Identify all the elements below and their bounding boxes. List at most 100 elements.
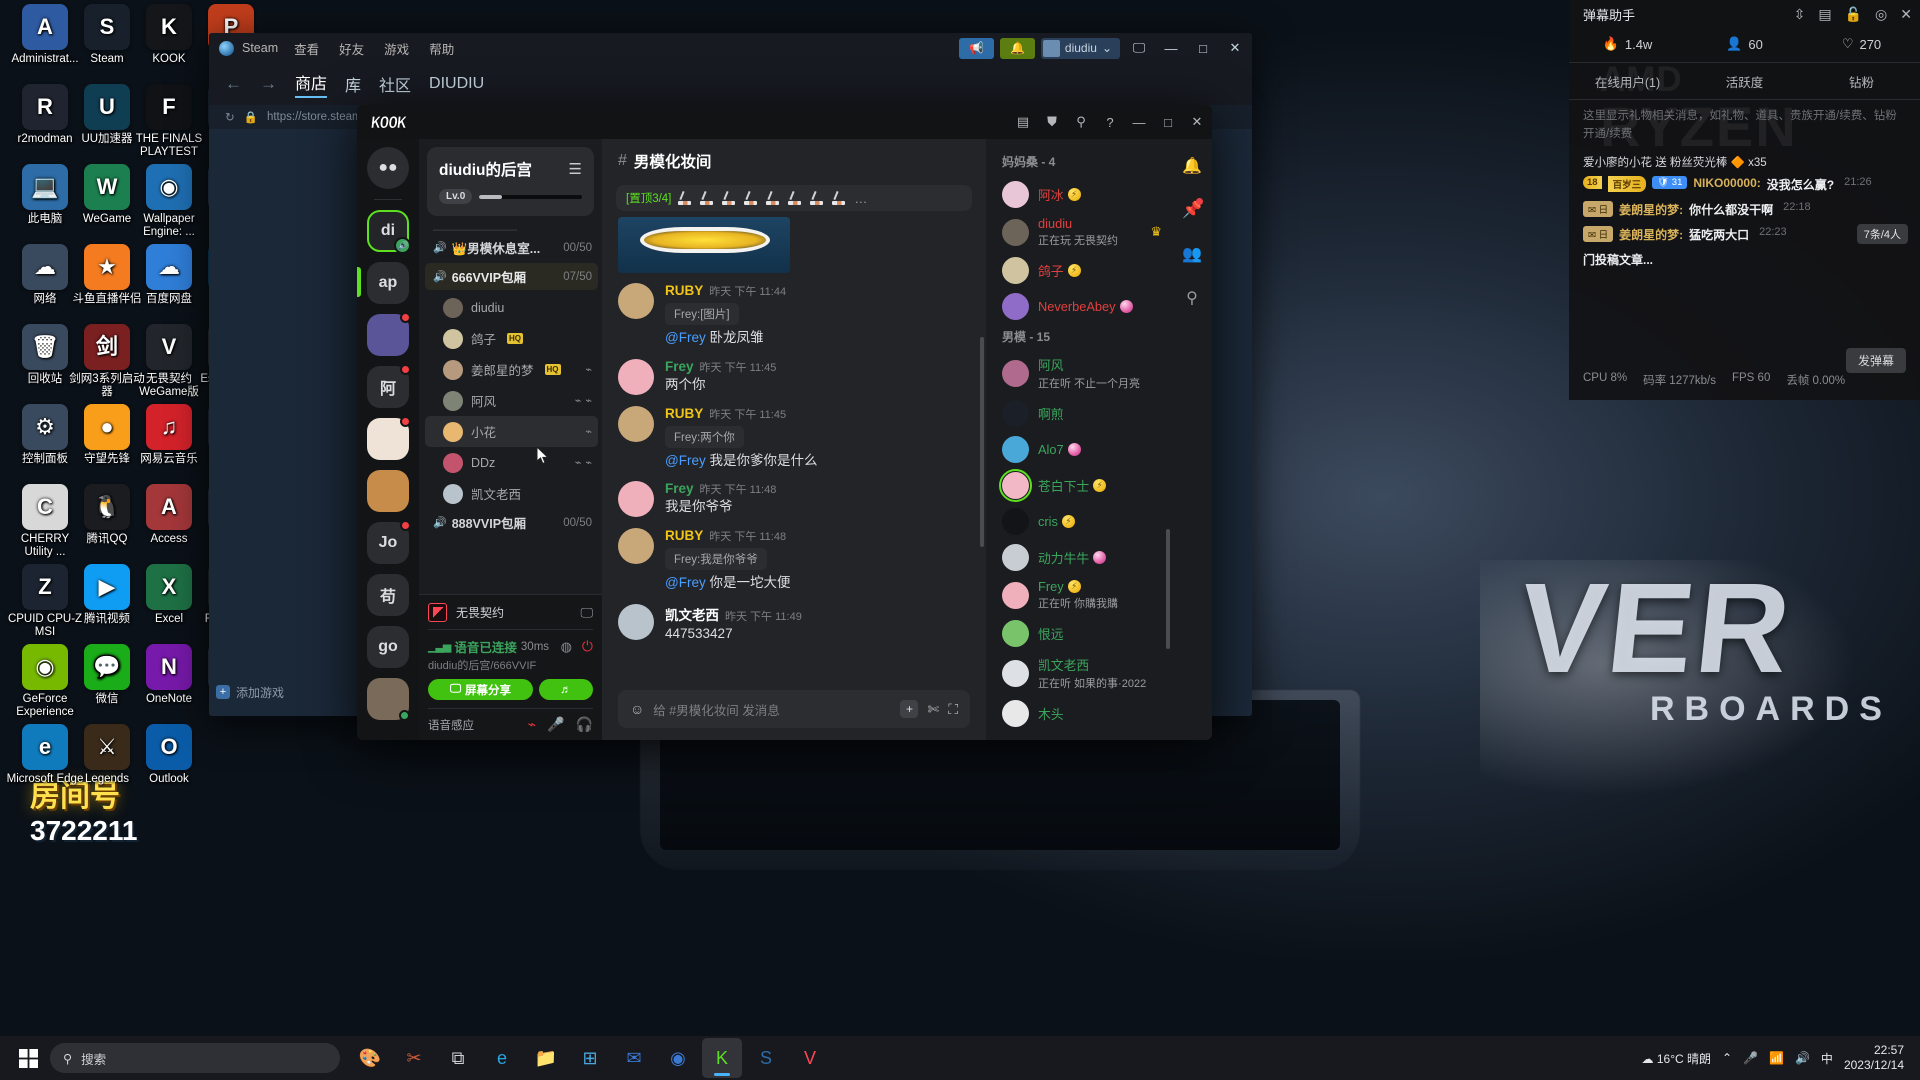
avatar[interactable]: [1002, 619, 1029, 647]
shield-icon[interactable]: ⛊: [1039, 109, 1065, 135]
member-row[interactable]: 啊煎: [986, 395, 1172, 431]
message-quote[interactable]: Frey:两个你: [665, 425, 744, 448]
headset-icon[interactable]: 🎧: [576, 716, 593, 733]
message-author[interactable]: RUBY 昨天 下午 11:44: [665, 283, 786, 299]
channel-item[interactable]: 🔊 666VVIP包厢 07/50: [425, 263, 598, 290]
guild-rail[interactable]: ●● di 🔊 ap 阿 Jo 苟 go: [357, 139, 419, 740]
weather-widget[interactable]: ☁ 16°C 晴朗: [1642, 1050, 1712, 1067]
danmu-titlebar[interactable]: 弹幕助手 ⇳ ▤ 🔓 ◎ ✕: [1569, 0, 1920, 28]
member-scrollbar[interactable]: [1166, 529, 1170, 649]
avatar[interactable]: [618, 283, 654, 319]
message-author[interactable]: Frey 昨天 下午 11:48: [665, 481, 776, 497]
composer-placeholder[interactable]: 给 #男模化妆间 发消息: [653, 700, 891, 719]
chevron-up-icon[interactable]: ⌃: [1722, 1051, 1732, 1065]
message-list[interactable]: RUBY 昨天 下午 11:44 Frey:[图片] @Frey 卧龙凤雏 Frey 昨天…: [602, 217, 986, 690]
steam-bigpicture-icon[interactable]: 🖵: [1126, 35, 1152, 61]
avatar[interactable]: [1002, 435, 1029, 463]
avatar[interactable]: [1002, 507, 1029, 535]
members-icon[interactable]: 👥: [1179, 241, 1205, 267]
pin-icon[interactable]: 📌: [1179, 197, 1205, 223]
member-row[interactable]: 动力牛牛: [986, 539, 1172, 575]
avatar[interactable]: [1002, 543, 1029, 571]
voice-member[interactable]: DDz ⌁ ⌁: [425, 447, 598, 478]
steam-account-button[interactable]: diudiu ⌄: [1040, 37, 1120, 59]
chat-message[interactable]: RUBY 昨天 下午 11:45 Frey:两个你 @Frey 我是你爹你是什么: [618, 405, 970, 471]
steam-menu-friends[interactable]: 好友: [339, 39, 364, 58]
guild-item-diudiu[interactable]: di 🔊: [367, 210, 411, 254]
clock[interactable]: 22:57 2023/12/14: [1844, 1043, 1904, 1073]
video-off-icon[interactable]: ⌁: [528, 716, 536, 733]
back-icon[interactable]: ←: [225, 74, 242, 94]
music-button[interactable]: ♬: [539, 679, 593, 700]
steam-menubar[interactable]: 查看 好友 游戏 帮助: [294, 39, 454, 58]
guild-item-jo[interactable]: Jo: [367, 520, 411, 564]
kook-minimize-button[interactable]: —: [1126, 109, 1152, 135]
taskbar-obs-icon[interactable]: ◉: [658, 1038, 698, 1078]
avatar[interactable]: [618, 528, 654, 565]
steam-close-button[interactable]: ✕: [1222, 35, 1248, 61]
guild-item-group-tile[interactable]: [367, 312, 411, 356]
voice-member[interactable]: 姜郎星的梦 HQ ⌁: [425, 354, 598, 385]
system-tray[interactable]: ☁ 16°C 晴朗 ⌃ 🎤 📶 🔊 中 22:57 2023/12/14: [1642, 1043, 1915, 1073]
tab-community[interactable]: 社区: [379, 72, 411, 96]
attach-icon[interactable]: +: [900, 700, 919, 718]
tab-library[interactable]: 库: [345, 72, 361, 96]
danmu-tabs[interactable]: 在线用户(1) 活跃度 钻粉: [1569, 63, 1920, 100]
avatar[interactable]: [618, 405, 654, 442]
avatar[interactable]: [1002, 399, 1029, 427]
member-row[interactable]: 鸽子 ⚡: [986, 252, 1172, 288]
message-composer[interactable]: ☺ 给 #男模化妆间 发消息 + ✄ ⛶: [618, 690, 970, 728]
pinned-message-bar[interactable]: [置顶3/4] …: [616, 185, 972, 211]
message-author[interactable]: Frey 昨天 下午 11:45: [665, 359, 776, 375]
member-row[interactable]: 恨远: [986, 615, 1172, 651]
chat-message[interactable]: Frey 昨天 下午 11:45 两个你: [618, 358, 970, 395]
forward-icon[interactable]: →: [260, 74, 277, 94]
target-icon[interactable]: ◎: [1875, 6, 1887, 23]
steam-menu-view[interactable]: 查看: [294, 39, 319, 58]
voice-member[interactable]: 鸽子 HQ: [425, 323, 598, 354]
steam-maximize-button[interactable]: □: [1190, 35, 1216, 61]
avatar[interactable]: [1002, 292, 1029, 320]
tab-activity[interactable]: 活跃度: [1686, 72, 1803, 91]
avatar[interactable]: [618, 603, 654, 640]
taskbar-paint-icon[interactable]: 🎨: [350, 1038, 390, 1078]
member-list[interactable]: 妈妈桑 - 4 阿冰 ⚡ diudiu 正在玩 无畏契约 ♛ 鸽子 ⚡ NeverbeAbey 男…: [986, 139, 1172, 740]
tab-online-users[interactable]: 在线用户(1): [1569, 72, 1686, 91]
screen-share-button[interactable]: 🖵 屏幕分享: [428, 679, 533, 700]
mic-icon[interactable]: 🎤: [1743, 1051, 1758, 1065]
chat-scrollbar[interactable]: [980, 337, 984, 547]
mention[interactable]: @Frey: [665, 575, 709, 590]
avatar[interactable]: [1002, 359, 1029, 387]
server-header-card[interactable]: diudiu的后宫 ☰ Lv.0: [427, 147, 594, 216]
guild-item-go[interactable]: go: [367, 626, 409, 668]
chat-message[interactable]: 凯文老西 昨天 下午 11:49 447533427: [618, 603, 970, 644]
scissors-icon[interactable]: ✄: [927, 701, 939, 718]
power-icon[interactable]: ⏻: [582, 638, 593, 655]
taskbar-tool-icon[interactable]: ✂: [394, 1038, 434, 1078]
voice-member[interactable]: 小花 ⌁: [425, 416, 598, 447]
kook-titlebar-icons[interactable]: ▤ ⛊ ⚲ ? — □ ✕: [1010, 109, 1210, 135]
taskbar-kook-icon[interactable]: K: [702, 1038, 742, 1078]
noise-cancel-icon[interactable]: ◍: [561, 639, 572, 655]
member-row[interactable]: Frey ⚡ 正在听 你購我購: [986, 575, 1172, 615]
kook-titlebar[interactable]: KOOK ▤ ⛊ ⚲ ? — □ ✕: [357, 105, 1212, 139]
tab-profile[interactable]: DIUDIU: [429, 75, 484, 93]
expand-icon[interactable]: ⛶: [948, 701, 958, 718]
steam-titlebar[interactable]: Steam 查看 好友 游戏 帮助 📢 🔔 diudiu ⌄ 🖵 — □ ✕: [209, 33, 1252, 63]
taskbar-mail-icon[interactable]: ✉: [614, 1038, 654, 1078]
screen-share-icon[interactable]: 🖵: [580, 605, 593, 621]
message-author[interactable]: RUBY 昨天 下午 11:45: [665, 406, 817, 422]
chat-message[interactable]: Frey 昨天 下午 11:48 我是你爷爷: [618, 481, 970, 518]
volume-icon[interactable]: 🔊: [1795, 1051, 1810, 1065]
danmu-assistant-panel[interactable]: 弹幕助手 ⇳ ▤ 🔓 ◎ ✕ 🔥 1.4w 👤 60 ♡ 270 在线用户(1)…: [1569, 0, 1920, 400]
taskbar[interactable]: ⚲ 搜索 🎨 ✂ ⧉ e 📁 ⊞ ✉ ◉ K S V ☁ 16°C 晴朗 ⌃ 🎤 📶 🔊 中 22:…: [0, 1036, 1920, 1080]
pinned-more-icon[interactable]: …: [854, 191, 867, 206]
taskbar-valorant-icon[interactable]: V: [790, 1038, 830, 1078]
member-row[interactable]: 凯文老西 正在听 如果的事·2022: [986, 651, 1172, 695]
avatar[interactable]: [1002, 218, 1029, 246]
bell-icon[interactable]: 🔔: [1179, 153, 1205, 179]
member-row[interactable]: 木头: [986, 695, 1172, 731]
kook-maximize-button[interactable]: □: [1155, 109, 1181, 135]
inbox-icon[interactable]: ▤: [1010, 109, 1036, 135]
image-attachment[interactable]: [618, 217, 790, 273]
